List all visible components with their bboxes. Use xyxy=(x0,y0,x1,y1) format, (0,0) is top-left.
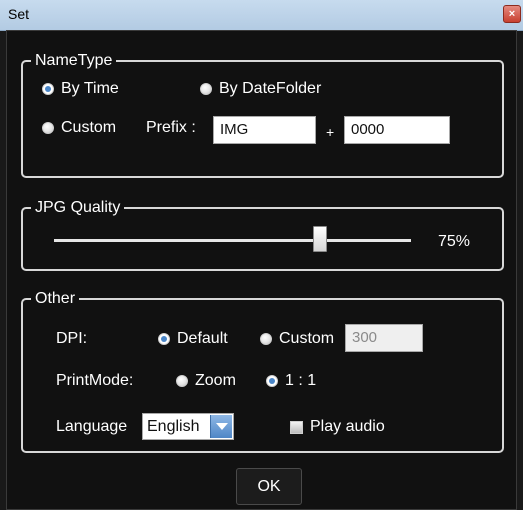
radio-dpi-default[interactable]: Default xyxy=(158,329,228,349)
radio-by-time-label: By Time xyxy=(61,80,119,97)
radio-by-datefolder-label: By DateFolder xyxy=(219,80,322,97)
checkbox-icon xyxy=(290,420,303,434)
radio-by-time[interactable]: By Time xyxy=(42,79,119,99)
settings-dialog: Set × NameType By Time By DateFolder Cus… xyxy=(0,0,523,510)
radio-printmode-1to1-label: 1 : 1 xyxy=(285,372,317,389)
play-audio-checkbox[interactable]: Play audio xyxy=(290,417,385,437)
radio-printmode-zoom[interactable]: Zoom xyxy=(176,371,236,391)
close-button[interactable]: × xyxy=(503,5,521,23)
radio-unselected-icon xyxy=(260,333,272,345)
radio-selected-icon xyxy=(42,83,54,95)
jpg-quality-legend: JPG Quality xyxy=(31,198,125,218)
radio-dpi-custom[interactable]: Custom xyxy=(260,329,334,349)
language-select[interactable]: English xyxy=(142,413,234,440)
play-audio-label: Play audio xyxy=(310,418,385,435)
counter-input[interactable]: 0000 xyxy=(344,116,450,144)
radio-dpi-custom-label: Custom xyxy=(279,330,335,347)
radio-unselected-icon xyxy=(200,83,212,95)
quality-slider-thumb[interactable] xyxy=(313,226,327,252)
quality-slider-track[interactable] xyxy=(54,239,411,242)
radio-custom-label: Custom xyxy=(61,119,117,136)
radio-selected-icon xyxy=(266,375,278,387)
radio-printmode-1to1[interactable]: 1 : 1 xyxy=(266,371,316,391)
radio-custom[interactable]: Custom xyxy=(42,118,116,138)
other-legend: Other xyxy=(31,289,80,309)
prefix-input[interactable]: IMG xyxy=(213,116,316,144)
prefix-label: Prefix : xyxy=(146,119,196,136)
radio-unselected-icon xyxy=(176,375,188,387)
window-title: Set xyxy=(8,6,30,22)
title-bar[interactable]: Set × xyxy=(0,0,523,31)
radio-selected-icon xyxy=(158,333,170,345)
nametype-legend: NameType xyxy=(31,51,117,71)
language-label: Language xyxy=(56,418,128,435)
language-selected-value: English xyxy=(147,418,200,435)
printmode-label: PrintMode: xyxy=(56,372,134,389)
radio-printmode-zoom-label: Zoom xyxy=(195,372,236,389)
plus-label: + xyxy=(326,124,335,140)
close-icon: × xyxy=(508,8,516,20)
quality-value: 75% xyxy=(438,233,471,250)
radio-by-datefolder[interactable]: By DateFolder xyxy=(200,79,321,99)
ok-button[interactable]: OK xyxy=(236,468,302,505)
chevron-down-icon[interactable] xyxy=(210,415,232,438)
radio-unselected-icon xyxy=(42,122,54,134)
radio-dpi-default-label: Default xyxy=(177,330,228,347)
dpi-label: DPI: xyxy=(56,330,88,347)
dpi-custom-input[interactable]: 300 xyxy=(345,324,423,352)
